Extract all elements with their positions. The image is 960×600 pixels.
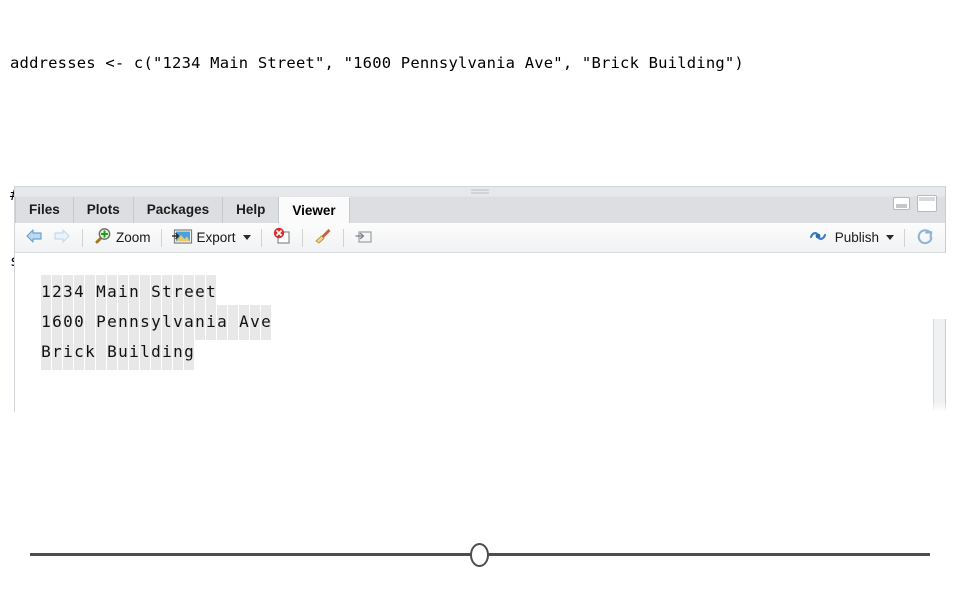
matched-character: [228, 305, 238, 340]
drag-handle-icon[interactable]: [471, 189, 489, 194]
chevron-down-icon: [886, 235, 894, 240]
tab-files[interactable]: Files: [15, 197, 74, 223]
matched-character: n: [173, 335, 183, 370]
matched-character: A: [239, 305, 249, 340]
matched-character: B: [107, 335, 117, 370]
back-arrow-icon: [24, 227, 44, 248]
maximize-icon[interactable]: [917, 195, 937, 212]
slide-divider: [0, 540, 960, 570]
tab-help[interactable]: Help: [223, 197, 280, 223]
refresh-icon: [915, 227, 935, 249]
matched-character: c: [74, 335, 84, 370]
export-label: Export: [196, 230, 236, 245]
publish-label: Publish: [834, 230, 879, 245]
publish-icon: [808, 228, 828, 247]
matched-character: k: [85, 335, 95, 370]
viewer-content-area: 1234 Main Street 1600 Pennsylvania Ave B…: [14, 253, 946, 412]
remove-plot-button[interactable]: [268, 225, 296, 251]
matched-character: l: [140, 335, 150, 370]
toolbar-separator: [82, 228, 83, 247]
toolbar-separator: [160, 228, 162, 247]
code-line-assignment: addresses <- c("1234 Main Street", "1600…: [10, 54, 744, 72]
str-view-line: Brick Building: [41, 335, 946, 370]
viewer-toolbar: Zoom Export Publish: [14, 223, 946, 253]
publish-button[interactable]: Publish: [804, 225, 898, 251]
toolbar-separator: [904, 228, 905, 247]
broom-clear-icon: [313, 227, 333, 248]
toolbar-separator: [260, 228, 262, 247]
tab-bar-filler: [349, 197, 945, 223]
str-view-line: 1234 Main Street: [41, 275, 946, 310]
remove-plot-icon: [272, 227, 292, 248]
tab-plots[interactable]: Plots: [73, 197, 134, 223]
open-in-new-window-icon: [354, 227, 374, 248]
matched-character: d: [151, 335, 161, 370]
chevron-down-icon: [242, 235, 251, 240]
matched-character: r: [52, 335, 62, 370]
matched-character: i: [162, 335, 172, 370]
window-controls: [893, 195, 937, 212]
rstudio-viewer-panel: Files Plots Packages Help Viewer Zoom Ex…: [14, 186, 946, 412]
export-button[interactable]: Export: [168, 225, 255, 251]
str-view-line: 1600 Pennsylvania Ave: [41, 305, 946, 340]
panel-tab-bar: Files Plots Packages Help Viewer: [14, 195, 946, 223]
ellipse-knob: [470, 543, 489, 567]
export-image-icon: [171, 228, 193, 248]
zoom-button[interactable]: Zoom: [89, 225, 155, 251]
matched-character: [96, 335, 106, 370]
open-in-new-window-button[interactable]: [350, 225, 378, 251]
matched-character: i: [63, 335, 73, 370]
matched-character: B: [41, 335, 51, 370]
matched-character: i: [129, 335, 139, 370]
viewer-scrollbar[interactable]: [933, 319, 946, 412]
refresh-button[interactable]: [911, 225, 939, 251]
matched-character: v: [250, 305, 260, 340]
str-view-all-output: 1234 Main Street 1600 Pennsylvania Ave B…: [15, 253, 946, 370]
toolbar-separator: [301, 228, 303, 247]
tab-packages[interactable]: Packages: [133, 197, 224, 223]
toolbar-separator: [342, 228, 344, 247]
matched-character: g: [184, 335, 194, 370]
matched-character: i: [206, 305, 216, 340]
forward-arrow-icon: [52, 227, 72, 248]
magnifier-plus-icon: [93, 227, 112, 248]
minimize-icon[interactable]: [893, 197, 910, 210]
zoom-label: Zoom: [116, 230, 151, 245]
forward-button: [48, 225, 76, 251]
tab-viewer[interactable]: Viewer: [279, 197, 350, 223]
toolbar-right-group: Publish: [804, 225, 939, 251]
matched-character: e: [261, 305, 271, 340]
panel-drag-strip[interactable]: [14, 186, 946, 196]
matched-character: n: [195, 305, 205, 340]
matched-character: u: [118, 335, 128, 370]
clear-all-button[interactable]: [309, 225, 337, 251]
matched-character: a: [217, 305, 227, 340]
back-button[interactable]: [20, 225, 48, 251]
